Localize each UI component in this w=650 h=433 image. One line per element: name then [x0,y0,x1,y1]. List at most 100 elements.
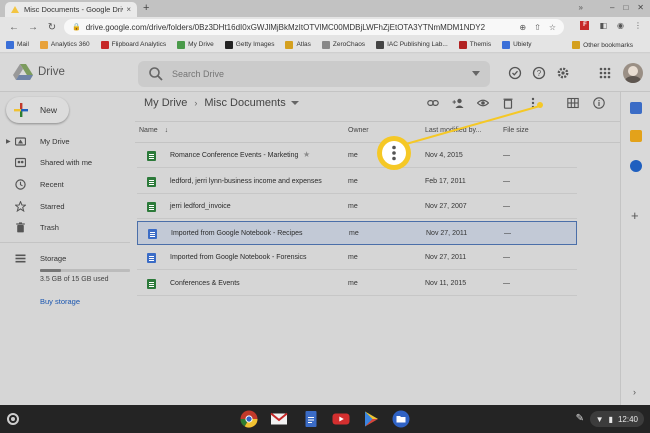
breadcrumb-my-drive[interactable]: My Drive [144,97,187,109]
close-window-button[interactable]: ✕ [637,2,644,14]
bookmark-favicon-icon [285,40,294,49]
delete-trash-icon[interactable] [502,97,514,109]
toolbar-divider [135,121,620,122]
settings-gear-icon[interactable] [556,66,570,80]
file-row[interactable]: Conferences & Events me Nov 11, 2015 — [137,272,577,296]
sidebar-item-trash[interactable]: Trash [0,219,130,235]
bookmark-item[interactable]: Analytics 360 [39,40,90,49]
stylus-pen-icon[interactable]: ✎ [576,413,584,424]
back-icon[interactable]: ← [9,22,19,33]
forward-icon[interactable]: → [28,22,38,33]
buy-storage-link[interactable]: Buy storage [40,297,80,306]
column-header-last-modified[interactable]: Last modified by... [425,127,481,134]
bookmark-item[interactable]: My Drive [177,40,214,49]
folder-menu-caret-icon[interactable] [290,101,299,105]
file-modified-date: Nov 27, 2007 [425,203,467,210]
bookmark-label: Flipboard Analytics [111,41,167,48]
extension-icon[interactable]: ◧ [599,21,607,30]
file-row[interactable]: Imported from Google Notebook - Recipes m… [137,220,577,245]
more-actions-icon[interactable] [527,97,539,109]
breadcrumb-current-folder[interactable]: Misc Documents [204,97,285,109]
drive-favicon-icon [11,6,19,13]
launcher-icon[interactable] [7,413,19,425]
starred-icon[interactable]: ★ [303,150,310,159]
bookmarks-overflow-icon[interactable]: » [579,3,583,12]
get-addons-icon[interactable]: + [631,208,639,223]
search-icon[interactable] [148,66,164,82]
more-vertical-icon[interactable] [382,141,406,165]
sidebar-item-storage[interactable]: Storage [0,250,130,266]
file-size: — [503,177,510,185]
sidebar-item-my-drive[interactable]: ▶ My Drive [0,133,130,149]
share-person-add-icon[interactable] [452,97,464,109]
flipboard-extension-icon[interactable]: F [580,21,590,30]
app-name[interactable]: Drive [38,66,65,78]
file-row[interactable]: Romance Conference Events - Marketing ★ me… [137,144,577,168]
chrome-app-icon[interactable] [240,410,258,428]
file-row[interactable]: ledford, jerri lynn-business income and … [137,170,577,194]
file-modified-date: Nov 27, 2011 [425,254,467,261]
search-options-icon[interactable] [472,71,480,76]
file-row[interactable]: jerri ledford_invoice me Nov 27, 2007 — [137,195,577,219]
extension-icon-2[interactable]: ◉ [617,21,624,30]
play-store-app-icon[interactable] [362,410,380,428]
new-tab-button[interactable]: + [143,2,149,15]
minimize-button[interactable]: – [610,2,614,14]
bookmark-item[interactable]: ZeroChaos [321,40,365,49]
column-header-owner[interactable]: Owner [348,127,369,134]
bookmark-item[interactable]: IAC Publishing Lab... [376,40,448,49]
maximize-button[interactable]: □ [623,2,628,14]
key-icon[interactable]: ⊕ [519,23,526,32]
menu-kebab-icon[interactable]: ⋮ [634,21,642,30]
search-bar[interactable] [138,61,490,87]
sidebar-item-shared-with-me[interactable]: Shared with me [0,154,130,170]
bookmark-item[interactable]: Atlas [285,40,311,49]
system-status-area[interactable]: ▼ ▮ 12:40 [589,411,644,427]
offline-check-icon[interactable] [508,66,522,80]
bookmark-item[interactable]: Mail [6,40,29,49]
address-bar[interactable]: 🔒 drive.google.com/drive/folders/0Bz3DHt… [64,19,564,35]
youtube-app-icon[interactable] [332,410,350,428]
apps-grid-icon[interactable] [598,66,612,80]
search-input[interactable] [172,69,452,79]
sidebar-item-label: Shared with me [40,157,93,167]
preview-eye-icon[interactable] [477,97,489,109]
other-bookmarks[interactable]: Other bookmarks [572,41,633,49]
file-row[interactable]: Imported from Google Notebook - Forensic… [137,246,577,270]
get-link-icon[interactable] [427,97,439,109]
docs-app-icon[interactable] [302,410,320,428]
share-icon[interactable]: ⇧ [534,23,541,32]
file-name: Romance Conference Events - Marketing [170,152,299,159]
column-header-file-size[interactable]: File size [503,127,529,134]
bookmark-item[interactable]: Themis [458,40,491,49]
keep-icon[interactable] [630,130,642,142]
details-info-icon[interactable] [593,97,605,109]
files-app-icon[interactable] [392,410,410,428]
browser-tab[interactable]: Misc Documents - Google Drive × [5,2,137,17]
gmail-app-icon[interactable] [270,410,288,428]
tab-close-icon[interactable]: × [126,5,131,14]
drive-logo-icon[interactable] [13,64,33,80]
new-button[interactable]: New [6,97,69,123]
reload-icon[interactable]: ↻ [47,22,57,33]
grid-view-icon[interactable] [567,97,579,109]
calendar-icon[interactable] [630,102,642,114]
plus-icon [14,103,28,117]
help-icon[interactable]: ? [532,66,546,80]
sidebar-item-starred[interactable]: Starred [0,198,130,214]
storage-icon [15,254,26,262]
storage-label: Storage [40,253,67,263]
tasks-icon[interactable] [630,160,642,172]
bookmark-item[interactable]: Flipboard Analytics [100,40,167,49]
column-header-name[interactable]: Name ↓ [139,127,168,134]
sidebar-item-recent[interactable]: Recent [0,176,130,192]
expand-caret-icon[interactable]: ▶ [6,138,11,145]
bookmark-item[interactable]: Getty Images [224,40,274,49]
account-avatar[interactable] [623,63,643,83]
browser-toolbar: ← → ↻ ⌂ 🔒 drive.google.com/drive/folders… [0,17,650,37]
bookmark-item[interactable]: Ubiety [502,40,532,49]
bookmark-favicon-icon [376,40,385,49]
bookmark-star-icon[interactable]: ☆ [549,23,556,32]
sort-arrow-icon[interactable]: ↓ [165,127,169,134]
expand-panel-icon[interactable]: › [633,387,636,397]
